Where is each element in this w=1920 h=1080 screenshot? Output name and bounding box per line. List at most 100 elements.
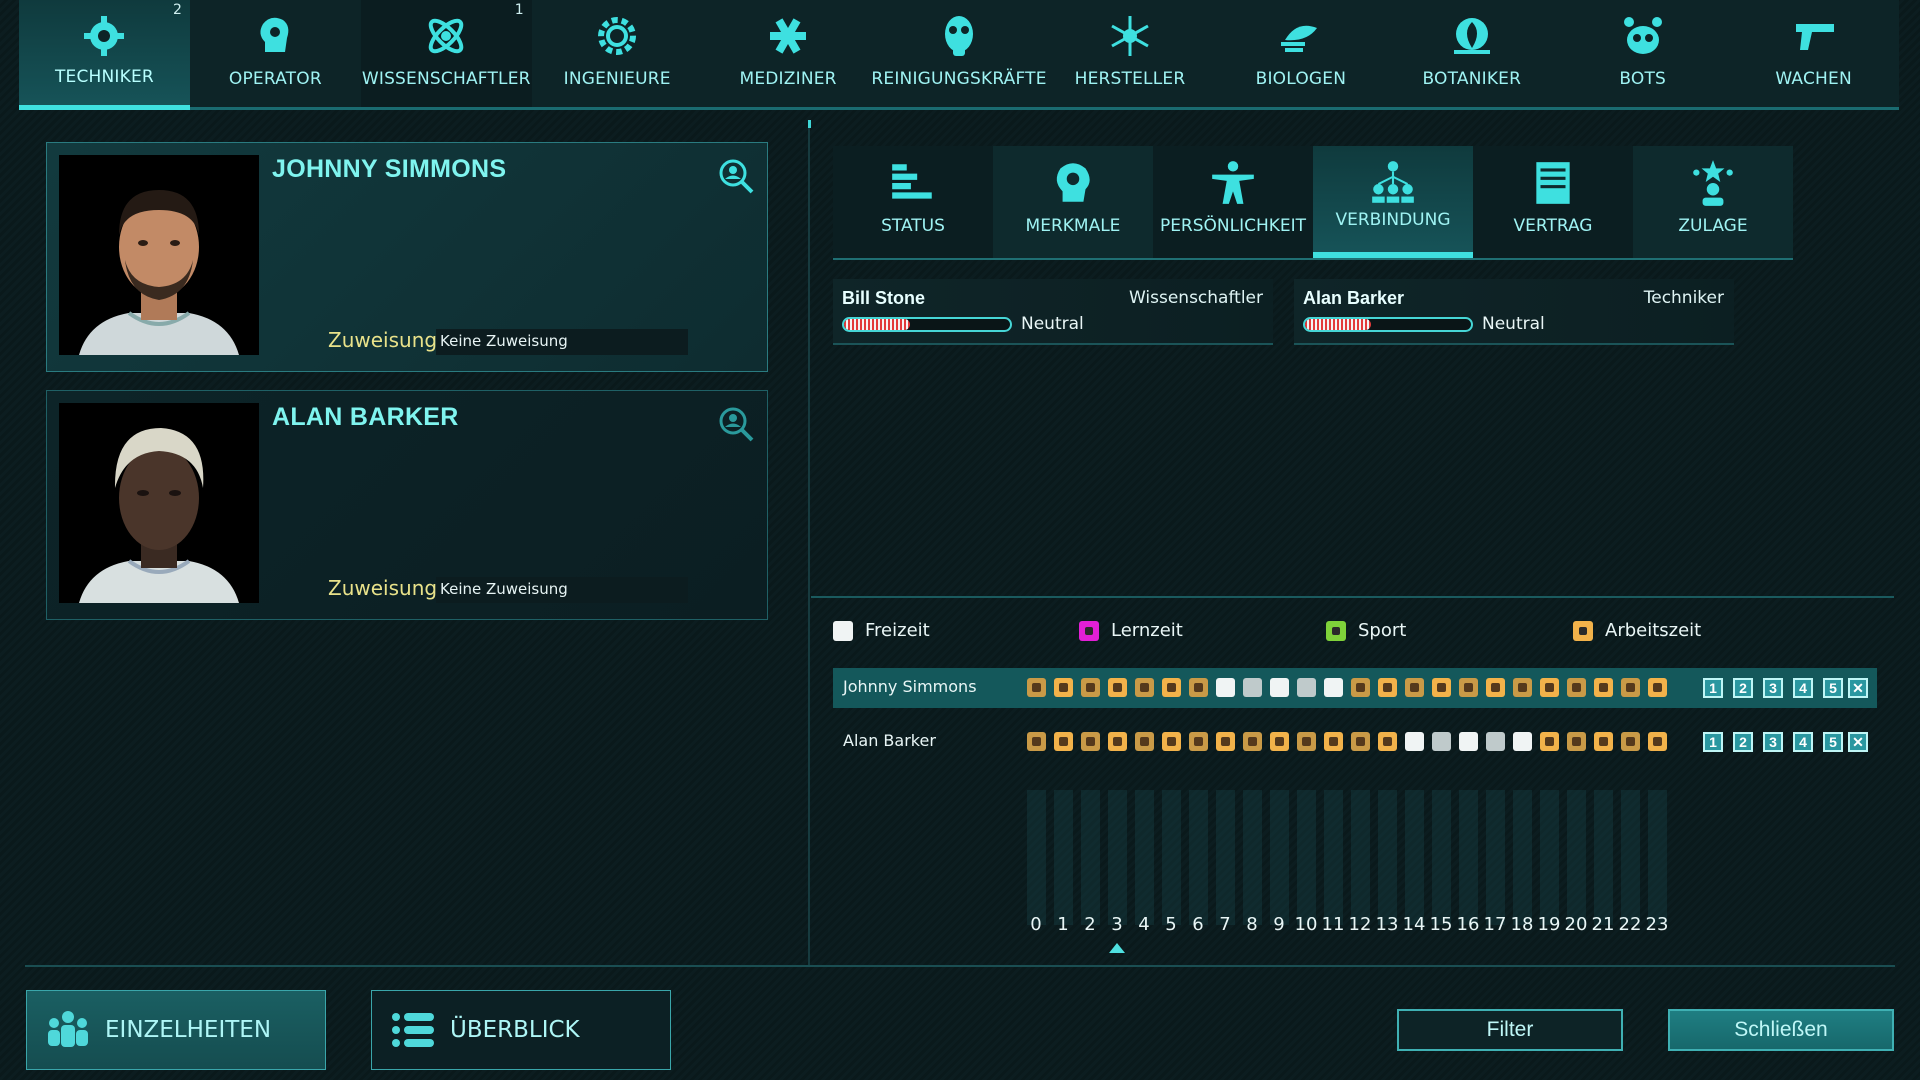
tab-mediziner[interactable]: MEDIZINER: [703, 0, 874, 107]
schedule-slot[interactable]: [1594, 732, 1613, 751]
preset-button-2[interactable]: 2: [1733, 732, 1753, 752]
schedule-slot[interactable]: [1054, 678, 1073, 697]
preset-button-3[interactable]: 3: [1763, 678, 1783, 698]
schedule-slot[interactable]: [1324, 678, 1343, 697]
schedule-slot[interactable]: [1108, 732, 1127, 751]
tab-persönlichkeit[interactable]: PERSÖNLICHKEIT: [1153, 146, 1313, 258]
schedule-slot[interactable]: [1486, 732, 1505, 751]
preset-button-4[interactable]: 4: [1793, 678, 1813, 698]
schedule-slot[interactable]: [1108, 678, 1127, 697]
tab-operator[interactable]: OPERATOR: [190, 0, 361, 107]
schedule-slot[interactable]: [1162, 678, 1181, 697]
schedule-slot[interactable]: [1216, 732, 1235, 751]
preset-button-4[interactable]: 4: [1793, 732, 1813, 752]
tab-techniker[interactable]: TECHNIKER 2: [19, 0, 190, 110]
schedule-slot[interactable]: [1135, 678, 1154, 697]
schedule-row[interactable]: Alan Barker 1 2 3 4 5 ✕: [833, 722, 1877, 762]
hour-label: 10: [1294, 914, 1318, 935]
tab-label: BOTANIKER: [1422, 69, 1522, 89]
schedule-slot[interactable]: [1621, 678, 1640, 697]
character-card[interactable]: JOHNNY SIMMONS Zuweisung Keine Zuweisung: [46, 142, 768, 372]
tab-reinigungskräfte[interactable]: REINIGUNGSKRÄFTE: [871, 0, 1046, 107]
schedule-slot[interactable]: [1567, 678, 1586, 697]
tab-merkmale[interactable]: MERKMALE: [993, 146, 1153, 258]
schedule-slot[interactable]: [1405, 678, 1424, 697]
tab-wissenschaftler[interactable]: WISSENSCHAFTLER 1: [360, 0, 532, 107]
schedule-slot[interactable]: [1648, 678, 1667, 697]
schedule-slot[interactable]: [1540, 732, 1559, 751]
hour-column: [1459, 790, 1478, 925]
preset-button-5[interactable]: 5: [1823, 732, 1843, 752]
tab-status[interactable]: STATUS: [833, 146, 993, 258]
schedule-slot[interactable]: [1459, 732, 1478, 751]
preset-button-1[interactable]: 1: [1703, 678, 1723, 698]
schedule-slot[interactable]: [1594, 678, 1613, 697]
tab-ingenieure[interactable]: INGENIEURE: [532, 0, 703, 107]
schedule-slot[interactable]: [1243, 732, 1262, 751]
tab-hersteller[interactable]: HERSTELLER: [1045, 0, 1216, 107]
tab-verbindung[interactable]: VERBINDUNG: [1313, 146, 1473, 258]
schedule-slot[interactable]: [1054, 732, 1073, 751]
schedule-slot[interactable]: [1513, 678, 1532, 697]
schedule-slot[interactable]: [1378, 732, 1397, 751]
schedule-slot[interactable]: [1189, 678, 1208, 697]
schedule-slot[interactable]: [1351, 732, 1370, 751]
inspect-icon[interactable]: [717, 405, 755, 443]
hour-label: 12: [1348, 914, 1372, 935]
legend-arbeitszeit: Arbeitszeit: [1573, 620, 1701, 641]
schedule-slot[interactable]: [1405, 732, 1424, 751]
character-card[interactable]: ALAN BARKER Zuweisung Keine Zuweisung: [46, 390, 768, 620]
tab-wachen[interactable]: WACHEN: [1728, 0, 1899, 107]
portrait-johnny-simmons: [59, 155, 259, 355]
filter-button[interactable]: Filter: [1397, 1009, 1623, 1051]
tab-botaniker[interactable]: BOTANIKER: [1386, 0, 1557, 107]
schedule-slot[interactable]: [1324, 732, 1343, 751]
schedule-slot[interactable]: [1621, 732, 1640, 751]
clear-schedule-button[interactable]: ✕: [1848, 732, 1868, 752]
close-button[interactable]: Schließen: [1668, 1009, 1894, 1051]
schedule-slot[interactable]: [1216, 678, 1235, 697]
schedule-slot[interactable]: [1297, 678, 1316, 697]
assignment-dropdown[interactable]: Keine Zuweisung: [436, 577, 688, 603]
schedule-slot[interactable]: [1270, 678, 1289, 697]
preset-button-3[interactable]: 3: [1763, 732, 1783, 752]
schedule-slot[interactable]: [1540, 678, 1559, 697]
schedule-slot[interactable]: [1189, 732, 1208, 751]
schedule-slot[interactable]: [1486, 678, 1505, 697]
schedule-slot[interactable]: [1162, 732, 1181, 751]
tab-bots[interactable]: BOTS: [1557, 0, 1728, 107]
schedule-slot[interactable]: [1513, 732, 1532, 751]
schedule-slot[interactable]: [1027, 732, 1046, 751]
overview-button[interactable]: ÜBERBLICK: [371, 990, 671, 1070]
schedule-slot[interactable]: [1459, 678, 1478, 697]
schedule-slot[interactable]: [1648, 732, 1667, 751]
schedule-slot[interactable]: [1297, 732, 1316, 751]
schedule-slot[interactable]: [1351, 678, 1370, 697]
schedule-slot[interactable]: [1432, 678, 1451, 697]
schedule-slot[interactable]: [1243, 678, 1262, 697]
schedule-slot[interactable]: [1270, 732, 1289, 751]
schedule-row[interactable]: Johnny Simmons 1 2 3 4 5 ✕: [833, 668, 1877, 708]
inspect-icon[interactable]: [717, 157, 755, 195]
preset-button-2[interactable]: 2: [1733, 678, 1753, 698]
clear-schedule-button[interactable]: ✕: [1848, 678, 1868, 698]
schedule-slot[interactable]: [1378, 678, 1397, 697]
details-button[interactable]: EINZELHEITEN: [26, 990, 326, 1070]
tab-vertrag[interactable]: VERTRAG: [1473, 146, 1633, 258]
schedule-slot[interactable]: [1081, 678, 1100, 697]
schedule-slot[interactable]: [1027, 678, 1046, 697]
hour-label: 5: [1165, 914, 1177, 935]
schedule-slot[interactable]: [1432, 732, 1451, 751]
schedule-slot[interactable]: [1081, 732, 1100, 751]
connection-entry[interactable]: Alan Barker Techniker Neutral: [1294, 279, 1734, 345]
connection-entry[interactable]: Bill Stone Wissenschaftler Neutral: [833, 279, 1273, 345]
schedule-slot[interactable]: [1567, 732, 1586, 751]
tab-biologen[interactable]: BIOLOGEN: [1215, 0, 1386, 107]
schedule-slot[interactable]: [1135, 732, 1154, 751]
preset-button-5[interactable]: 5: [1823, 678, 1843, 698]
hour-column: [1108, 790, 1127, 925]
assignment-dropdown[interactable]: Keine Zuweisung: [436, 329, 688, 355]
tab-zulage[interactable]: ZULAGE: [1633, 146, 1793, 258]
preset-button-1[interactable]: 1: [1703, 732, 1723, 752]
tab-label: MERKMALE: [1025, 216, 1121, 236]
